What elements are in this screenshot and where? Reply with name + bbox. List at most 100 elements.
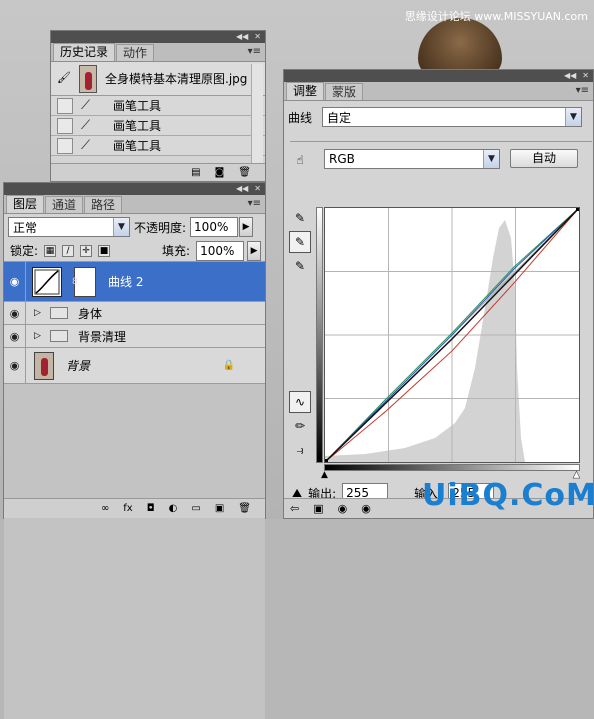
auto-button[interactable]: 自动 [510, 149, 578, 168]
gray-eyedropper-icon[interactable]: ✎ [289, 231, 311, 253]
history-brush-source-icon[interactable]: 🖌 [57, 71, 73, 87]
brush-icon: ⟋ [81, 137, 91, 153]
trash-icon[interactable]: 🗑 [238, 167, 251, 178]
snapshot-name: 全身模特基本清理原图.jpg [105, 72, 248, 86]
new-document-icon[interactable]: ▤ [191, 167, 200, 178]
curve-control-point[interactable] [576, 205, 582, 211]
preset-select[interactable]: 自定 ▼ [322, 107, 583, 127]
channel-value: RGB [329, 152, 355, 166]
history-source-checkbox[interactable] [57, 117, 73, 134]
eyedropper-tools: ✎ ✎ ✎ [288, 207, 312, 279]
history-step[interactable]: ⟋ 画笔工具 [51, 116, 265, 136]
eye-icon[interactable]: ◉ [4, 325, 26, 347]
channel-select[interactable]: RGB ▼ [324, 149, 500, 169]
curve-control-point[interactable] [322, 459, 328, 465]
layer-row[interactable]: ◉ 背景 🔒 [4, 348, 265, 384]
history-snapshot[interactable]: 🖌 全身模特基本清理原图.jpg [51, 62, 265, 96]
close-icon[interactable]: ✕ [254, 33, 261, 41]
collapse-icon[interactable]: ◀◀ [564, 72, 576, 80]
layers-footer: ∞ fx ◘ ◐ ▭ ▣ 🗑 [4, 498, 265, 518]
curves-body: 曲线 自定 ▼ ☝ RGB ▼ 自动 ✎ ✎ ✎ ∿ ✏ ⥽ ▲ ▲ ⛰ 输出:… [284, 101, 593, 519]
add-mask-icon[interactable]: ◘ [147, 503, 155, 514]
lock-image-icon[interactable]: / [62, 244, 75, 257]
close-icon[interactable]: ✕ [582, 72, 589, 80]
panel-menu-icon[interactable]: ▾≡ [248, 46, 261, 57]
history-titlebar[interactable]: ◀◀ ✕ [51, 31, 265, 43]
chevron-down-icon: ▼ [483, 150, 499, 168]
lock-transparency-icon[interactable]: ▦ [44, 244, 57, 257]
curves-chart[interactable] [322, 205, 582, 465]
clip-to-layer-icon[interactable]: ▣ [313, 502, 323, 515]
history-step[interactable]: ⟋ 画笔工具 [51, 96, 265, 116]
lock-position-icon[interactable]: ✛ [80, 244, 93, 257]
chevron-down-icon: ▼ [565, 108, 582, 126]
adjustment-type-label: 曲线 [288, 110, 313, 125]
history-step-label: 画笔工具 [113, 139, 162, 153]
layer-row[interactable]: ◉ ▷ 身体 [4, 302, 265, 325]
adjustments-titlebar[interactable]: ◀◀ ✕ [284, 70, 593, 82]
eye-icon[interactable]: ◉ [4, 262, 26, 301]
layers-panel: ◀◀ ✕ 图层 通道 路径 ▾≡ 正常 ▼ 不透明度: 100% ▶ 锁定: ▦ /… [3, 182, 266, 719]
brush-icon: ⟋ [81, 117, 91, 133]
tab-masks[interactable]: 蒙版 [325, 83, 364, 100]
history-source-checkbox[interactable] [57, 137, 73, 154]
trash-icon[interactable]: 🗑 [238, 503, 251, 514]
panel-menu-icon[interactable]: ▾≡ [248, 198, 261, 209]
chevron-down-icon: ▼ [113, 218, 129, 236]
link-icon[interactable]: 8 [72, 277, 78, 287]
curve-point-tool-icon[interactable]: ∿ [289, 391, 311, 413]
preset-row: 曲线 自定 ▼ [288, 105, 589, 129]
curve-edit-tools: ∿ ✏ ⥽ [288, 391, 312, 463]
fill-label: 填充: [162, 244, 191, 258]
collapse-icon[interactable]: ◀◀ [236, 185, 248, 193]
fx-icon[interactable]: fx [123, 503, 132, 514]
folder-icon [50, 307, 68, 319]
white-eyedropper-icon[interactable]: ✎ [289, 255, 311, 277]
fill-input[interactable]: 100% [196, 240, 245, 261]
link-layers-icon[interactable]: ∞ [101, 503, 109, 514]
layers-titlebar[interactable]: ◀◀ ✕ [4, 183, 265, 195]
opacity-input[interactable]: 100% [190, 217, 239, 237]
history-scrollbar[interactable] [251, 64, 263, 164]
close-icon[interactable]: ✕ [254, 185, 261, 193]
lock-all-icon[interactable]: ■ [98, 244, 111, 257]
tab-history[interactable]: 历史记录 [53, 43, 116, 61]
tab-paths[interactable]: 路径 [84, 196, 123, 213]
adjustment-layer-icon[interactable]: ◐ [169, 503, 178, 514]
camera-icon[interactable]: ◙ [215, 167, 225, 178]
layer-name[interactable]: 曲线 2 [108, 273, 143, 290]
layer-name[interactable]: 背景清理 [78, 328, 126, 345]
black-point-slider-icon[interactable]: ▲ [321, 470, 328, 480]
eye-icon[interactable]: ◉ [4, 348, 26, 383]
tab-actions[interactable]: 动作 [116, 44, 155, 61]
new-layer-icon[interactable]: ▣ [215, 503, 224, 514]
tab-adjustments[interactable]: 调整 [286, 82, 325, 100]
layer-row[interactable]: ◉ 8 曲线 2 [4, 262, 265, 302]
expand-triangle-icon[interactable]: ▷ [34, 308, 44, 318]
eye-icon[interactable]: ◉ [361, 502, 371, 515]
back-arrow-icon[interactable]: ⇦ [290, 502, 299, 515]
opacity-slider-button[interactable]: ▶ [239, 217, 254, 237]
smooth-curve-icon[interactable]: ⥽ [289, 439, 311, 461]
target-adjust-icon[interactable]: ☝ [289, 149, 311, 171]
expand-triangle-icon[interactable]: ▷ [34, 331, 44, 341]
opacity-label: 不透明度: [134, 220, 187, 235]
new-group-icon[interactable]: ▭ [191, 503, 200, 514]
layer-name[interactable]: 背景 [66, 357, 90, 374]
layer-name[interactable]: 身体 [78, 305, 102, 322]
fill-slider-button[interactable]: ▶ [247, 240, 262, 261]
history-source-checkbox[interactable] [57, 97, 73, 114]
layer-visibility-icon[interactable]: ◉ [338, 502, 348, 515]
tab-channels[interactable]: 通道 [45, 196, 84, 213]
layer-thumbnail [34, 351, 54, 380]
eye-icon[interactable]: ◉ [4, 302, 26, 324]
pencil-icon[interactable]: ✏ [289, 415, 311, 437]
collapse-icon[interactable]: ◀◀ [236, 33, 248, 41]
tab-layers[interactable]: 图层 [6, 195, 45, 213]
curves-graph[interactable] [322, 205, 582, 465]
layer-row[interactable]: ◉ ▷ 背景清理 [4, 325, 265, 348]
blend-mode-select[interactable]: 正常 ▼ [8, 217, 130, 237]
panel-menu-icon[interactable]: ▾≡ [576, 85, 589, 96]
black-eyedropper-icon[interactable]: ✎ [289, 207, 311, 229]
history-step[interactable]: ⟋ 画笔工具 [51, 136, 265, 156]
